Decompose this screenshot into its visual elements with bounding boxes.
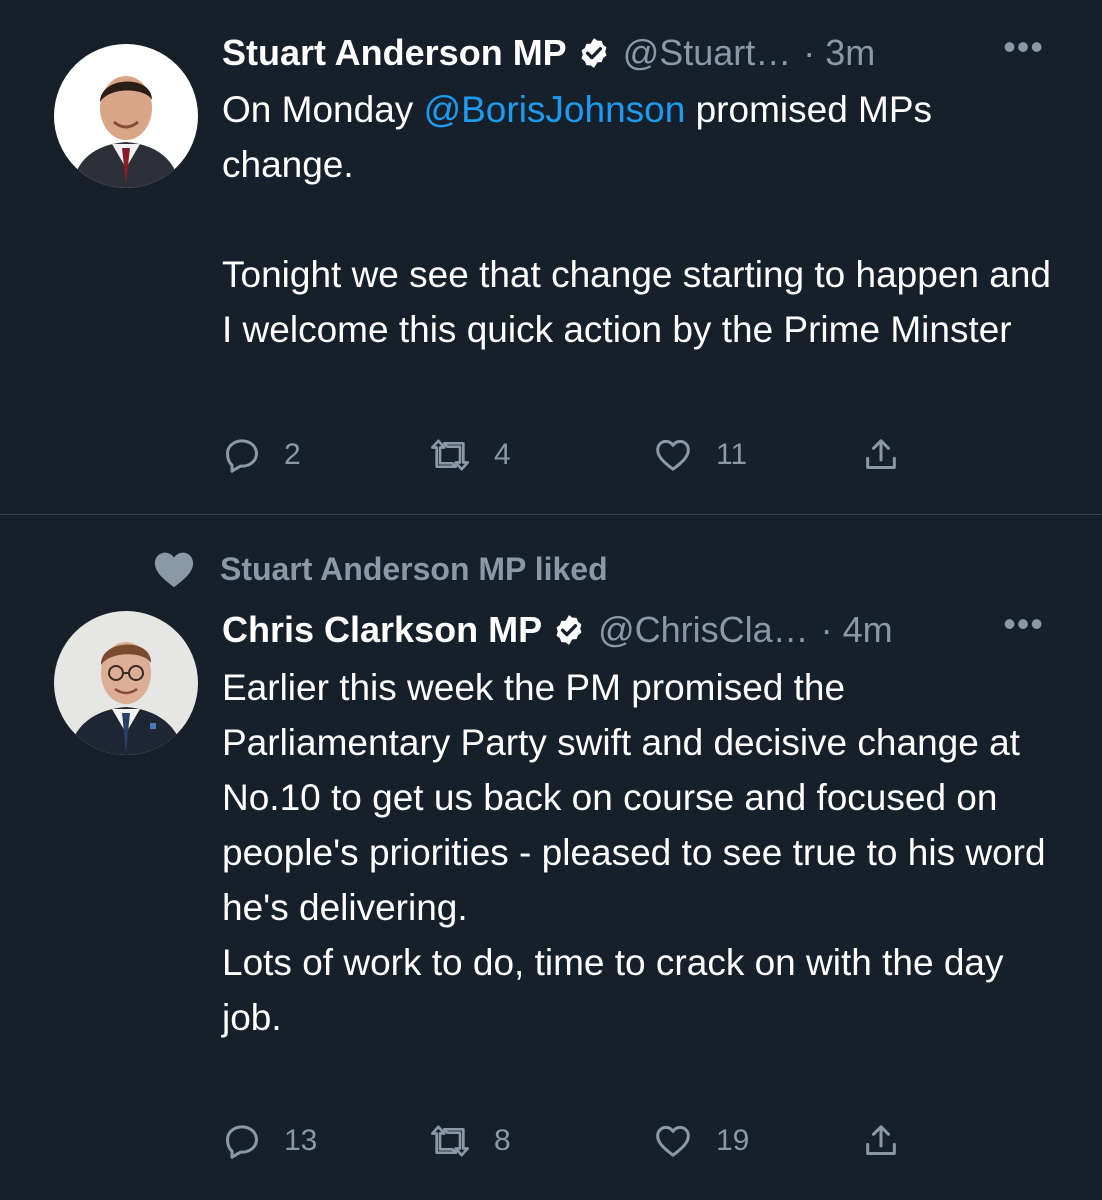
tweet-paragraph: Earlier this week the PM promised the Pa… [222,667,1046,928]
reply-button[interactable]: 13 [222,1119,317,1163]
tweet-paragraph: Tonight we see that change starting to h… [222,254,1051,350]
tweet-time[interactable]: · 4m [821,609,893,651]
retweet-count: 4 [494,438,511,471]
tweet-actions: 13 8 19 [222,1119,922,1163]
share-icon [860,435,902,475]
tweet-text: Earlier this week the PM promised the Pa… [222,660,1062,1045]
liked-heart-icon [150,549,198,589]
tweet[interactable]: Stuart Anderson MP liked Chris Clarkson … [0,515,1102,1200]
share-icon [860,1121,902,1161]
share-button[interactable] [860,1119,902,1163]
reply-count: 13 [284,1124,318,1157]
verified-badge-icon [577,36,611,70]
retweet-button[interactable]: 8 [428,1119,511,1163]
reply-count: 2 [284,438,301,471]
reply-icon [222,435,262,475]
like-count: 19 [716,1124,750,1157]
like-button[interactable]: 19 [652,1119,749,1163]
retweet-button[interactable]: 4 [428,433,511,477]
heart-icon [652,435,694,475]
context-label[interactable]: Stuart Anderson MP liked [220,551,608,588]
mention-link[interactable]: @BorisJohnson [424,89,686,130]
tweet-header: Chris Clarkson MP @ChrisCla… · 4m [222,607,1052,653]
author-name[interactable]: Stuart Anderson MP [222,32,567,74]
author-handle[interactable]: @Stuart… [623,32,792,74]
more-options-icon[interactable]: ••• [1003,26,1044,68]
tweet-paragraph: Lots of work to do, time to crack on wit… [222,942,1004,1038]
reply-icon [222,1121,262,1161]
avatar[interactable] [54,44,198,188]
tweet-text: On Monday @BorisJohnson promised MPs cha… [222,82,1062,357]
verified-badge-icon [552,613,586,647]
avatar[interactable] [54,611,198,755]
share-button[interactable] [860,433,902,477]
more-options-icon[interactable]: ••• [1003,603,1044,645]
tweet-paragraph: On Monday @BorisJohnson promised MPs cha… [222,82,1062,192]
author-handle[interactable]: @ChrisCla… [598,609,809,651]
author-name[interactable]: Chris Clarkson MP [222,609,542,651]
tweet[interactable]: Stuart Anderson MP @Stuart… · 3m ••• On … [0,0,1102,514]
reply-button[interactable]: 2 [222,433,301,477]
social-context: Stuart Anderson MP liked [150,549,608,589]
tweet-time[interactable]: · 3m [803,32,875,74]
text-segment: On Monday [222,89,424,130]
like-button[interactable]: 11 [652,433,747,477]
heart-icon [652,1121,694,1161]
tweet-header: Stuart Anderson MP @Stuart… · 3m [222,30,1052,76]
tweet-actions: 2 4 11 [222,433,922,477]
retweet-count: 8 [494,1124,511,1157]
like-count: 11 [716,438,748,471]
retweet-icon [428,1121,472,1161]
retweet-icon [428,435,472,475]
